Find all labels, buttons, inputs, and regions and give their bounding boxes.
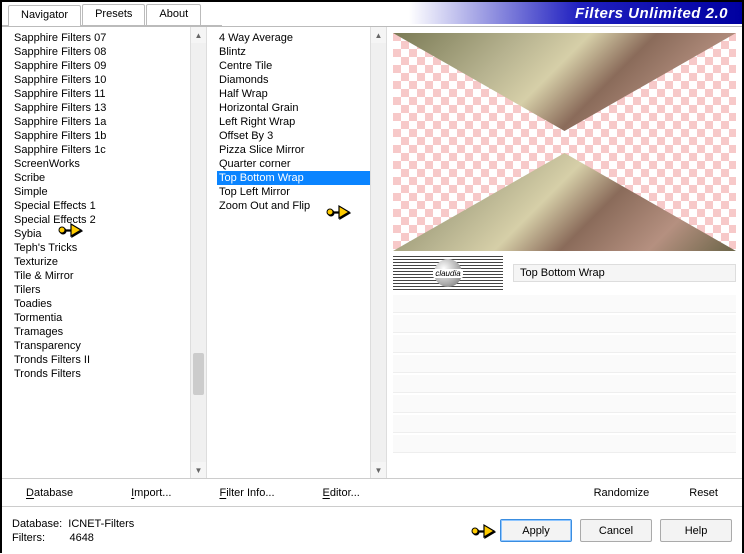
help-button[interactable]: Help bbox=[660, 519, 732, 542]
list-item[interactable]: Sapphire Filters 09 bbox=[12, 59, 206, 73]
list-item[interactable]: Left Right Wrap bbox=[217, 115, 386, 129]
list-item[interactable]: Simple bbox=[12, 185, 206, 199]
logo-text: claudia bbox=[433, 269, 462, 278]
list-item[interactable]: Top Left Mirror bbox=[217, 185, 386, 199]
main-area: Sapphire Filters 07Sapphire Filters 08Sa… bbox=[2, 26, 742, 478]
filter-list[interactable]: 4 Way AverageBlintzCentre TileDiamondsHa… bbox=[207, 27, 386, 478]
list-item[interactable]: Sapphire Filters 1a bbox=[12, 115, 206, 129]
randomize-button[interactable]: Randomize bbox=[580, 483, 664, 503]
list-item[interactable]: Sapphire Filters 1c bbox=[12, 143, 206, 157]
footer: Database: ICNET-Filters Filters: 4648 Ap… bbox=[2, 506, 742, 554]
list-item[interactable]: ScreenWorks bbox=[12, 157, 206, 171]
filter-info-button[interactable]: Filter Info... bbox=[205, 483, 288, 503]
scroll-thumb[interactable] bbox=[193, 353, 204, 395]
import-button[interactable]: Import... bbox=[117, 483, 185, 503]
list-item[interactable]: Toadies bbox=[12, 297, 206, 311]
list-item[interactable]: Sapphire Filters 08 bbox=[12, 45, 206, 59]
tab-presets[interactable]: Presets bbox=[82, 4, 145, 25]
reset-button[interactable]: Reset bbox=[675, 483, 732, 503]
param-row bbox=[393, 335, 736, 353]
parameter-panel bbox=[393, 295, 736, 475]
db-value: ICNET-Filters bbox=[68, 518, 134, 530]
tab-navigator[interactable]: Navigator bbox=[8, 5, 81, 26]
list-item[interactable]: Sapphire Filters 13 bbox=[12, 101, 206, 115]
list-item[interactable]: Tronds Filters II bbox=[12, 353, 206, 367]
list-item[interactable]: Sybia bbox=[12, 227, 206, 241]
scroll-down-icon[interactable]: ▼ bbox=[371, 462, 386, 478]
param-row bbox=[393, 435, 736, 453]
param-row bbox=[393, 315, 736, 333]
toolbar: Database Import... Filter Info... Editor… bbox=[2, 478, 742, 506]
logo: claudia bbox=[393, 256, 503, 290]
list-item[interactable]: Sapphire Filters 10 bbox=[12, 73, 206, 87]
list-item[interactable]: Blintz bbox=[217, 45, 386, 59]
list-item[interactable]: Teph's Tricks bbox=[12, 241, 206, 255]
database-button[interactable]: Database bbox=[12, 483, 87, 503]
list-item[interactable]: Sapphire Filters 07 bbox=[12, 31, 206, 45]
preview-image bbox=[393, 33, 736, 251]
filter-scrollbar[interactable]: ▲ ▼ bbox=[370, 27, 386, 478]
category-scrollbar[interactable]: ▲ ▼ bbox=[190, 27, 206, 478]
param-row bbox=[393, 395, 736, 413]
list-item[interactable]: Sapphire Filters 11 bbox=[12, 87, 206, 101]
filter-column: 4 Way AverageBlintzCentre TileDiamondsHa… bbox=[207, 27, 387, 478]
current-filter-name: Top Bottom Wrap bbox=[513, 264, 736, 282]
app-title: Filters Unlimited 2.0 bbox=[575, 5, 728, 22]
list-item[interactable]: Half Wrap bbox=[217, 87, 386, 101]
param-row bbox=[393, 415, 736, 433]
tab-bar: Navigator Presets About bbox=[2, 4, 222, 26]
list-item[interactable]: Scribe bbox=[12, 171, 206, 185]
param-row bbox=[393, 355, 736, 373]
list-item[interactable]: Tramages bbox=[12, 325, 206, 339]
list-item[interactable]: Tormentia bbox=[12, 311, 206, 325]
filter-info-row: claudia Top Bottom Wrap bbox=[393, 255, 736, 291]
list-item[interactable]: Tilers bbox=[12, 283, 206, 297]
filters-label: Filters: bbox=[12, 532, 45, 544]
editor-button[interactable]: Editor... bbox=[309, 483, 374, 503]
preview-column: claudia Top Bottom Wrap bbox=[387, 27, 742, 478]
scroll-up-icon[interactable]: ▲ bbox=[371, 27, 386, 43]
list-item[interactable]: Centre Tile bbox=[217, 59, 386, 73]
apply-button[interactable]: Apply bbox=[500, 519, 572, 542]
list-item[interactable]: Top Bottom Wrap bbox=[217, 171, 386, 185]
scroll-down-icon[interactable]: ▼ bbox=[191, 462, 206, 478]
db-label: Database: bbox=[12, 518, 62, 530]
list-item[interactable]: Transparency bbox=[12, 339, 206, 353]
list-item[interactable]: Pizza Slice Mirror bbox=[217, 143, 386, 157]
list-item[interactable]: Offset By 3 bbox=[217, 129, 386, 143]
list-item[interactable]: Special Effects 1 bbox=[12, 199, 206, 213]
list-item[interactable]: 4 Way Average bbox=[217, 31, 386, 45]
category-list[interactable]: Sapphire Filters 07Sapphire Filters 08Sa… bbox=[2, 27, 206, 478]
list-item[interactable]: Horizontal Grain bbox=[217, 101, 386, 115]
list-item[interactable]: Texturize bbox=[12, 255, 206, 269]
tab-about[interactable]: About bbox=[146, 4, 201, 25]
param-row bbox=[393, 295, 736, 313]
scroll-up-icon[interactable]: ▲ bbox=[191, 27, 206, 43]
cancel-button[interactable]: Cancel bbox=[580, 519, 652, 542]
param-row bbox=[393, 375, 736, 393]
category-column: Sapphire Filters 07Sapphire Filters 08Sa… bbox=[2, 27, 207, 478]
list-item[interactable]: Diamonds bbox=[217, 73, 386, 87]
list-item[interactable]: Special Effects 2 bbox=[12, 213, 206, 227]
list-item[interactable]: Quarter corner bbox=[217, 157, 386, 171]
meta-info: Database: ICNET-Filters Filters: 4648 bbox=[12, 517, 500, 545]
list-item[interactable]: Tile & Mirror bbox=[12, 269, 206, 283]
list-item[interactable]: Zoom Out and Flip bbox=[217, 199, 386, 213]
list-item[interactable]: Sapphire Filters 1b bbox=[12, 129, 206, 143]
filters-value: 4648 bbox=[69, 532, 93, 544]
list-item[interactable]: Tronds Filters bbox=[12, 367, 206, 381]
